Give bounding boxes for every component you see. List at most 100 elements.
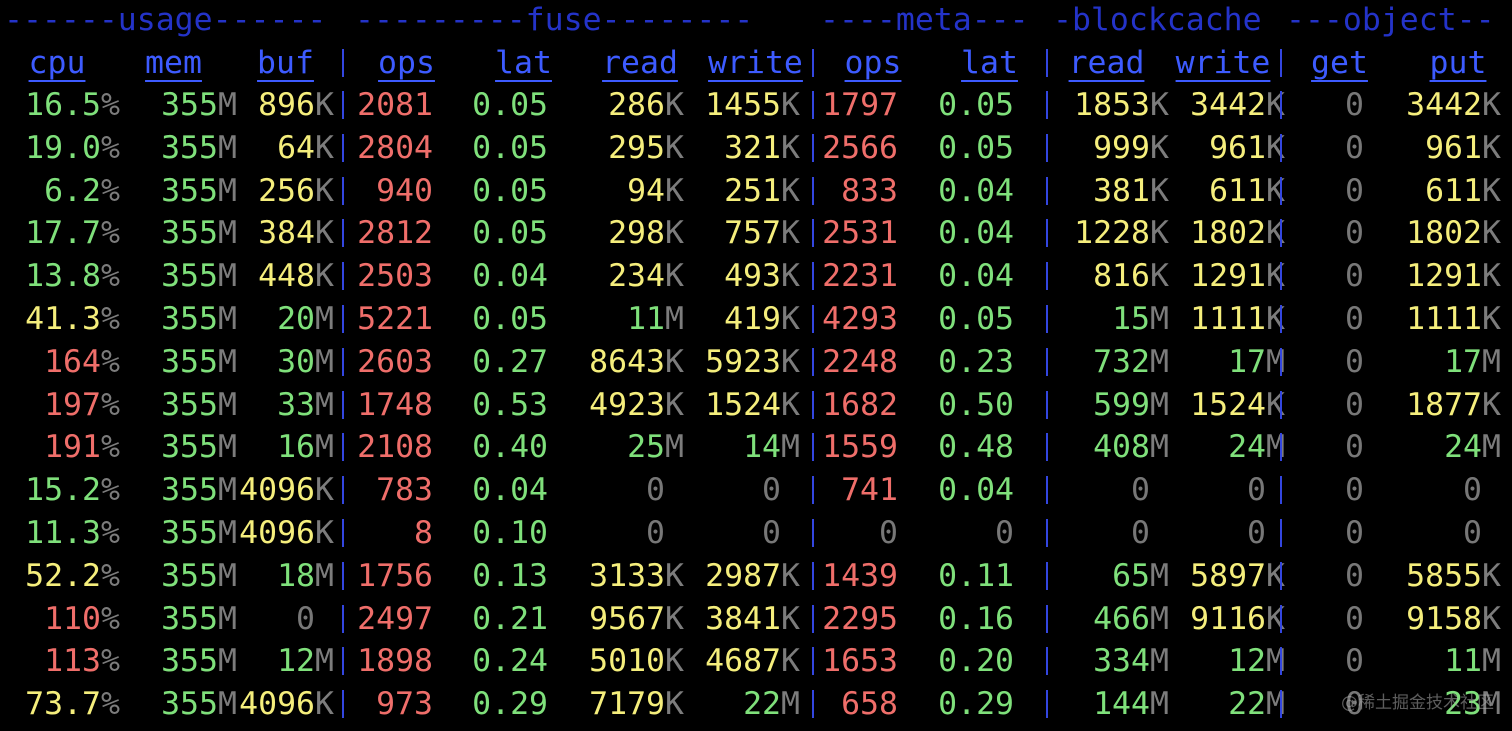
column-separator <box>1046 91 1048 119</box>
column-separator <box>1046 433 1048 461</box>
cell-put-unit: K <box>1482 258 1501 294</box>
cell-lat-value: 0.05 <box>938 87 1014 123</box>
column-separator <box>812 134 814 162</box>
column-separator <box>342 476 344 504</box>
column-separator <box>1280 134 1282 162</box>
column-separator <box>812 262 814 290</box>
column-separator <box>342 49 344 77</box>
column-separator <box>1280 605 1282 633</box>
cell-lat-value: 0.20 <box>938 643 1014 679</box>
column-separator <box>1046 348 1048 376</box>
column-separator <box>1280 433 1282 461</box>
column-separator <box>342 433 344 461</box>
cell-put-value: 1291 <box>1406 258 1482 294</box>
column-separator <box>812 49 814 77</box>
cell-lat-value: 0.16 <box>938 601 1014 637</box>
column-separator <box>812 605 814 633</box>
cell-put-unit: K <box>1482 87 1501 123</box>
watermark: @稀土掘金技术社区 <box>1341 693 1494 713</box>
cell-put-unit: K <box>1482 601 1501 637</box>
column-separator <box>342 690 344 718</box>
column-separator <box>812 219 814 247</box>
column-separator <box>1280 476 1282 504</box>
column-separator <box>342 562 344 590</box>
column-header-buf: buf <box>257 45 314 81</box>
column-separator <box>1046 690 1048 718</box>
column-separator <box>342 262 344 290</box>
column-separator <box>812 562 814 590</box>
column-separator <box>342 134 344 162</box>
cell-put-value: 1877 <box>1406 387 1482 423</box>
cell-put-unit: M <box>1482 429 1501 465</box>
column-header-cpu: cpu <box>28 45 86 81</box>
column-header-ops: ops <box>844 45 902 81</box>
column-separator <box>342 348 344 376</box>
cell-put-value: 24 <box>1444 429 1482 465</box>
column-separator <box>342 177 344 205</box>
column-header-read: read <box>602 45 678 81</box>
cell-lat-value: 0.05 <box>938 130 1014 166</box>
column-separator <box>1046 305 1048 333</box>
column-separator <box>1280 562 1282 590</box>
column-separator <box>1280 262 1282 290</box>
column-separator <box>812 391 814 419</box>
column-separator <box>342 91 344 119</box>
cell-put-unit: M <box>1482 643 1501 679</box>
cell-lat-value: 0 <box>995 515 1014 551</box>
column-separator <box>812 91 814 119</box>
cell-put-value: 9158 <box>1406 601 1482 637</box>
column-separator <box>1280 690 1282 718</box>
column-separator <box>812 476 814 504</box>
column-separator <box>1046 476 1048 504</box>
cell-put-unit: K <box>1482 130 1501 166</box>
cell-put-value: 1111 <box>1406 301 1482 337</box>
column-separator <box>1280 177 1282 205</box>
cell-put-value: 961 <box>1425 130 1482 166</box>
column-separator <box>1046 519 1048 547</box>
column-separator <box>812 519 814 547</box>
column-header-write: write <box>1175 45 1271 81</box>
cell-put-value: 11 <box>1444 643 1482 679</box>
column-separator <box>1280 49 1282 77</box>
column-header-get: get <box>1311 45 1368 81</box>
column-header-ops: ops <box>378 45 435 81</box>
column-separator <box>812 690 814 718</box>
column-separator <box>1280 219 1282 247</box>
column-separator <box>1046 177 1048 205</box>
column-separator <box>1280 348 1282 376</box>
cell-lat-value: 0.23 <box>938 344 1014 380</box>
column-header-lat: lat <box>961 45 1018 81</box>
column-separator <box>1046 262 1048 290</box>
column-separator <box>812 305 814 333</box>
column-separator <box>342 647 344 675</box>
column-separator <box>812 647 814 675</box>
cell-put-value: 17 <box>1444 344 1482 380</box>
column-separator <box>1280 391 1282 419</box>
column-separator <box>1046 562 1048 590</box>
column-separator <box>1280 519 1282 547</box>
column-separator <box>1046 391 1048 419</box>
column-header-read: read <box>1068 45 1145 81</box>
cell-lat-value: 0.04 <box>938 173 1014 209</box>
column-separator <box>342 391 344 419</box>
cell-lat-value: 0.05 <box>938 301 1014 337</box>
cell-put-unit: K <box>1482 558 1501 594</box>
column-separator <box>1046 605 1048 633</box>
cell-lat-value: 0.48 <box>938 429 1014 465</box>
column-separator <box>1280 305 1282 333</box>
cell-put-unit: K <box>1482 173 1501 209</box>
group-header-blockcache: -blockcache <box>1053 2 1262 38</box>
cell-put-unit: K <box>1482 387 1501 423</box>
column-header-write: write <box>708 45 803 81</box>
column-separator <box>812 433 814 461</box>
column-separator <box>1046 647 1048 675</box>
column-separator <box>1280 91 1282 119</box>
column-separator <box>812 348 814 376</box>
group-header-meta: ----meta--- <box>820 2 1029 38</box>
cell-lat-value: 0.04 <box>938 258 1014 294</box>
cell-put-unit: K <box>1482 215 1501 251</box>
cell-lat-value: 0.04 <box>938 472 1014 508</box>
column-separator <box>1046 219 1048 247</box>
cell-put-value: 611 <box>1425 173 1482 209</box>
cell-lat-value: 0.29 <box>938 686 1014 722</box>
